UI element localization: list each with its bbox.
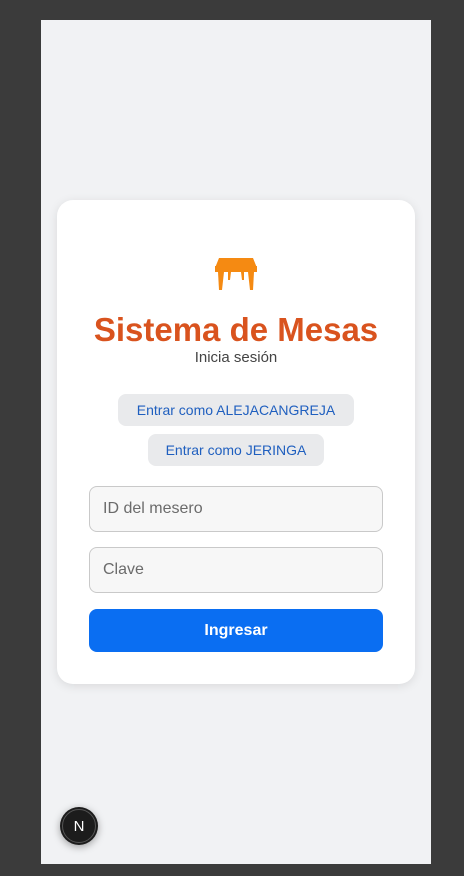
nextjs-icon: N — [62, 809, 96, 843]
quick-login-alejacangreja-button[interactable]: Entrar como ALEJACANGREJA — [118, 394, 354, 426]
waiter-id-input[interactable] — [89, 486, 383, 532]
quick-login-jeringa-button[interactable]: Entrar como JERINGA — [148, 434, 324, 466]
app-viewport: Sistema de Mesas Inicia sesión Entrar co… — [41, 20, 431, 864]
nextjs-dev-badge[interactable]: N — [60, 807, 98, 845]
page-title: Sistema de Mesas — [93, 311, 379, 348]
login-card: Sistema de Mesas Inicia sesión Entrar co… — [57, 200, 415, 684]
table-icon — [215, 258, 257, 290]
password-input[interactable] — [89, 547, 383, 593]
page-subtitle: Inicia sesión — [194, 349, 278, 366]
login-submit-button[interactable]: Ingresar — [89, 609, 383, 652]
